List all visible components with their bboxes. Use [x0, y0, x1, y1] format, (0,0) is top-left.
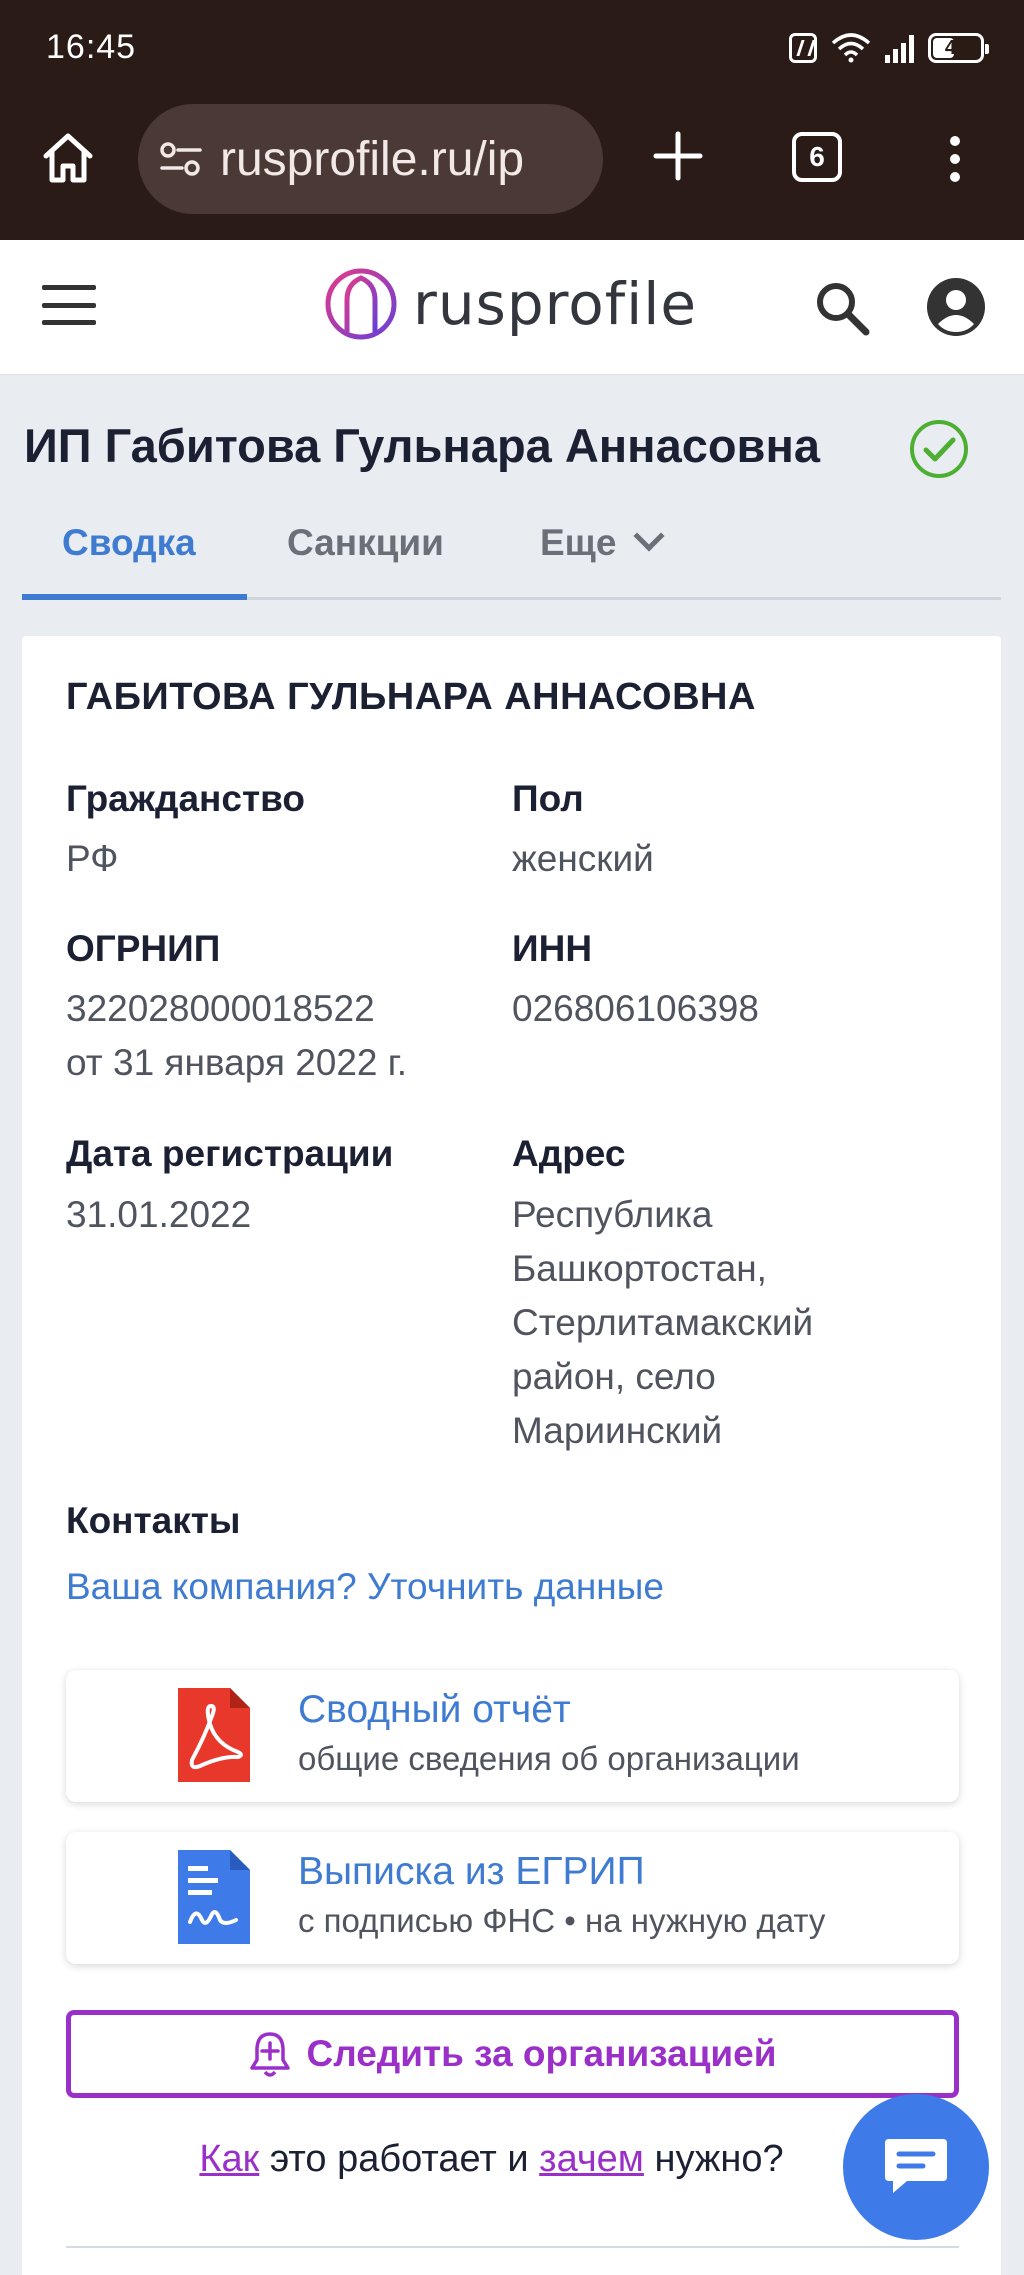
summary-report-card[interactable]: Сводный отчёт общие сведения об организа…: [66, 1670, 959, 1802]
divider: [66, 2246, 959, 2248]
citizenship-label: Гражданство: [66, 778, 305, 819]
inn-value: 026806106398: [512, 988, 759, 1029]
follow-organization-button[interactable]: Следить за организацией: [66, 2010, 959, 2098]
home-icon: [43, 133, 93, 183]
egrip-extract-card[interactable]: Выписка из ЕГРИП с подписью ФНС • на нуж…: [66, 1832, 959, 1964]
update-company-data-link[interactable]: Ваша компания? Уточнить данные: [66, 1566, 664, 1608]
tab-more[interactable]: Еще: [540, 520, 666, 564]
how-text-1: это работает и: [259, 2138, 540, 2180]
address-label: Адрес: [512, 1133, 626, 1174]
address-line: Мариинский: [512, 1410, 723, 1451]
tab-more-label: Еще: [540, 522, 617, 563]
pdf-icon: [178, 1688, 250, 1782]
address-line: район, село: [512, 1356, 716, 1397]
search-button[interactable]: [812, 278, 872, 338]
logo-text: rusprofile: [413, 270, 698, 338]
verified-check-icon: [908, 418, 970, 480]
chat-bubble-icon: [885, 2139, 947, 2193]
address-line: Стерлитамакский: [512, 1302, 814, 1343]
search-icon: [817, 283, 870, 336]
address-bar[interactable]: rusprofile.ru/ip: [138, 104, 603, 214]
bell-plus-icon: [250, 2032, 291, 2077]
site-logo[interactable]: rusprofile: [323, 266, 697, 342]
browser-menu-icon[interactable]: [945, 136, 965, 182]
wifi-icon: [831, 33, 871, 63]
site-header: rusprofile: [0, 240, 1024, 375]
plus-icon: [653, 131, 703, 181]
ogrnip-date: от 31 января 2022 г.: [66, 1042, 408, 1083]
registration-date-label: Дата регистрации: [66, 1133, 394, 1174]
hamburger-menu-icon[interactable]: [42, 285, 96, 325]
browser-chrome: 16:45 45 rusprofile.ru/ip 6: [0, 0, 1024, 240]
ogrnip-value: 322028000018522: [66, 988, 375, 1029]
status-time: 16:45: [46, 28, 137, 66]
registration-date-value: 31.01.2022: [66, 1194, 252, 1235]
summary-report-subtitle: общие сведения об организации: [298, 1740, 800, 1777]
section-tabs: Сводка Санкции Еще: [22, 512, 1001, 600]
egrip-extract-title: Выписка из ЕГРИП: [298, 1850, 645, 1893]
tab-switcher-button[interactable]: 6: [792, 132, 842, 182]
follow-organization-label: Следить за организацией: [306, 2033, 777, 2074]
address-line: Башкортостан,: [512, 1248, 767, 1289]
contacts-label: Контакты: [66, 1500, 241, 1541]
egrip-extract-subtitle: с подписью ФНС • на нужную дату: [298, 1902, 826, 1939]
chevron-down-icon: [633, 520, 666, 552]
page-title: ИП Габитова Гульнара Аннасовна: [24, 419, 820, 472]
status-icons: 45: [789, 28, 989, 68]
gender-value: женский: [512, 838, 654, 879]
person-full-name: ГАБИТОВА ГУЛЬНАРА АННАСОВНА: [66, 676, 756, 718]
user-avatar-icon: [927, 278, 985, 336]
nfc-icon: [789, 33, 817, 63]
inn-label: ИНН: [512, 928, 593, 969]
summary-report-title: Сводный отчёт: [298, 1688, 571, 1731]
signal-icon: [885, 33, 914, 63]
ogrnip-label: ОГРНИП: [66, 928, 221, 969]
tab-summary[interactable]: Сводка: [62, 522, 196, 564]
company-info-card: ГАБИТОВА ГУЛЬНАРА АННАСОВНА Гражданство …: [22, 636, 1001, 2275]
address-line: Республика: [512, 1194, 713, 1235]
citizenship-value: РФ: [66, 838, 119, 879]
chat-button[interactable]: [843, 2094, 989, 2240]
battery-icon: 45: [928, 33, 989, 63]
signed-document-icon: [178, 1850, 250, 1944]
battery-level: 45: [944, 36, 968, 59]
user-account-button[interactable]: [927, 278, 985, 336]
how-link[interactable]: Как: [199, 2138, 259, 2180]
site-settings-icon[interactable]: [158, 139, 204, 179]
active-tab-indicator: [22, 594, 247, 600]
tab-sanctions[interactable]: Санкции: [287, 522, 444, 564]
why-link[interactable]: зачем: [539, 2138, 644, 2180]
new-tab-button[interactable]: [652, 130, 704, 182]
home-button[interactable]: [38, 128, 98, 188]
how-text-2: нужно?: [643, 2138, 784, 2180]
url-text: rusprofile.ru/ip: [220, 132, 525, 186]
gender-label: Пол: [512, 778, 584, 819]
status-bar: 16:45 45: [0, 0, 1024, 96]
rusprofile-logo-icon: [325, 268, 397, 340]
